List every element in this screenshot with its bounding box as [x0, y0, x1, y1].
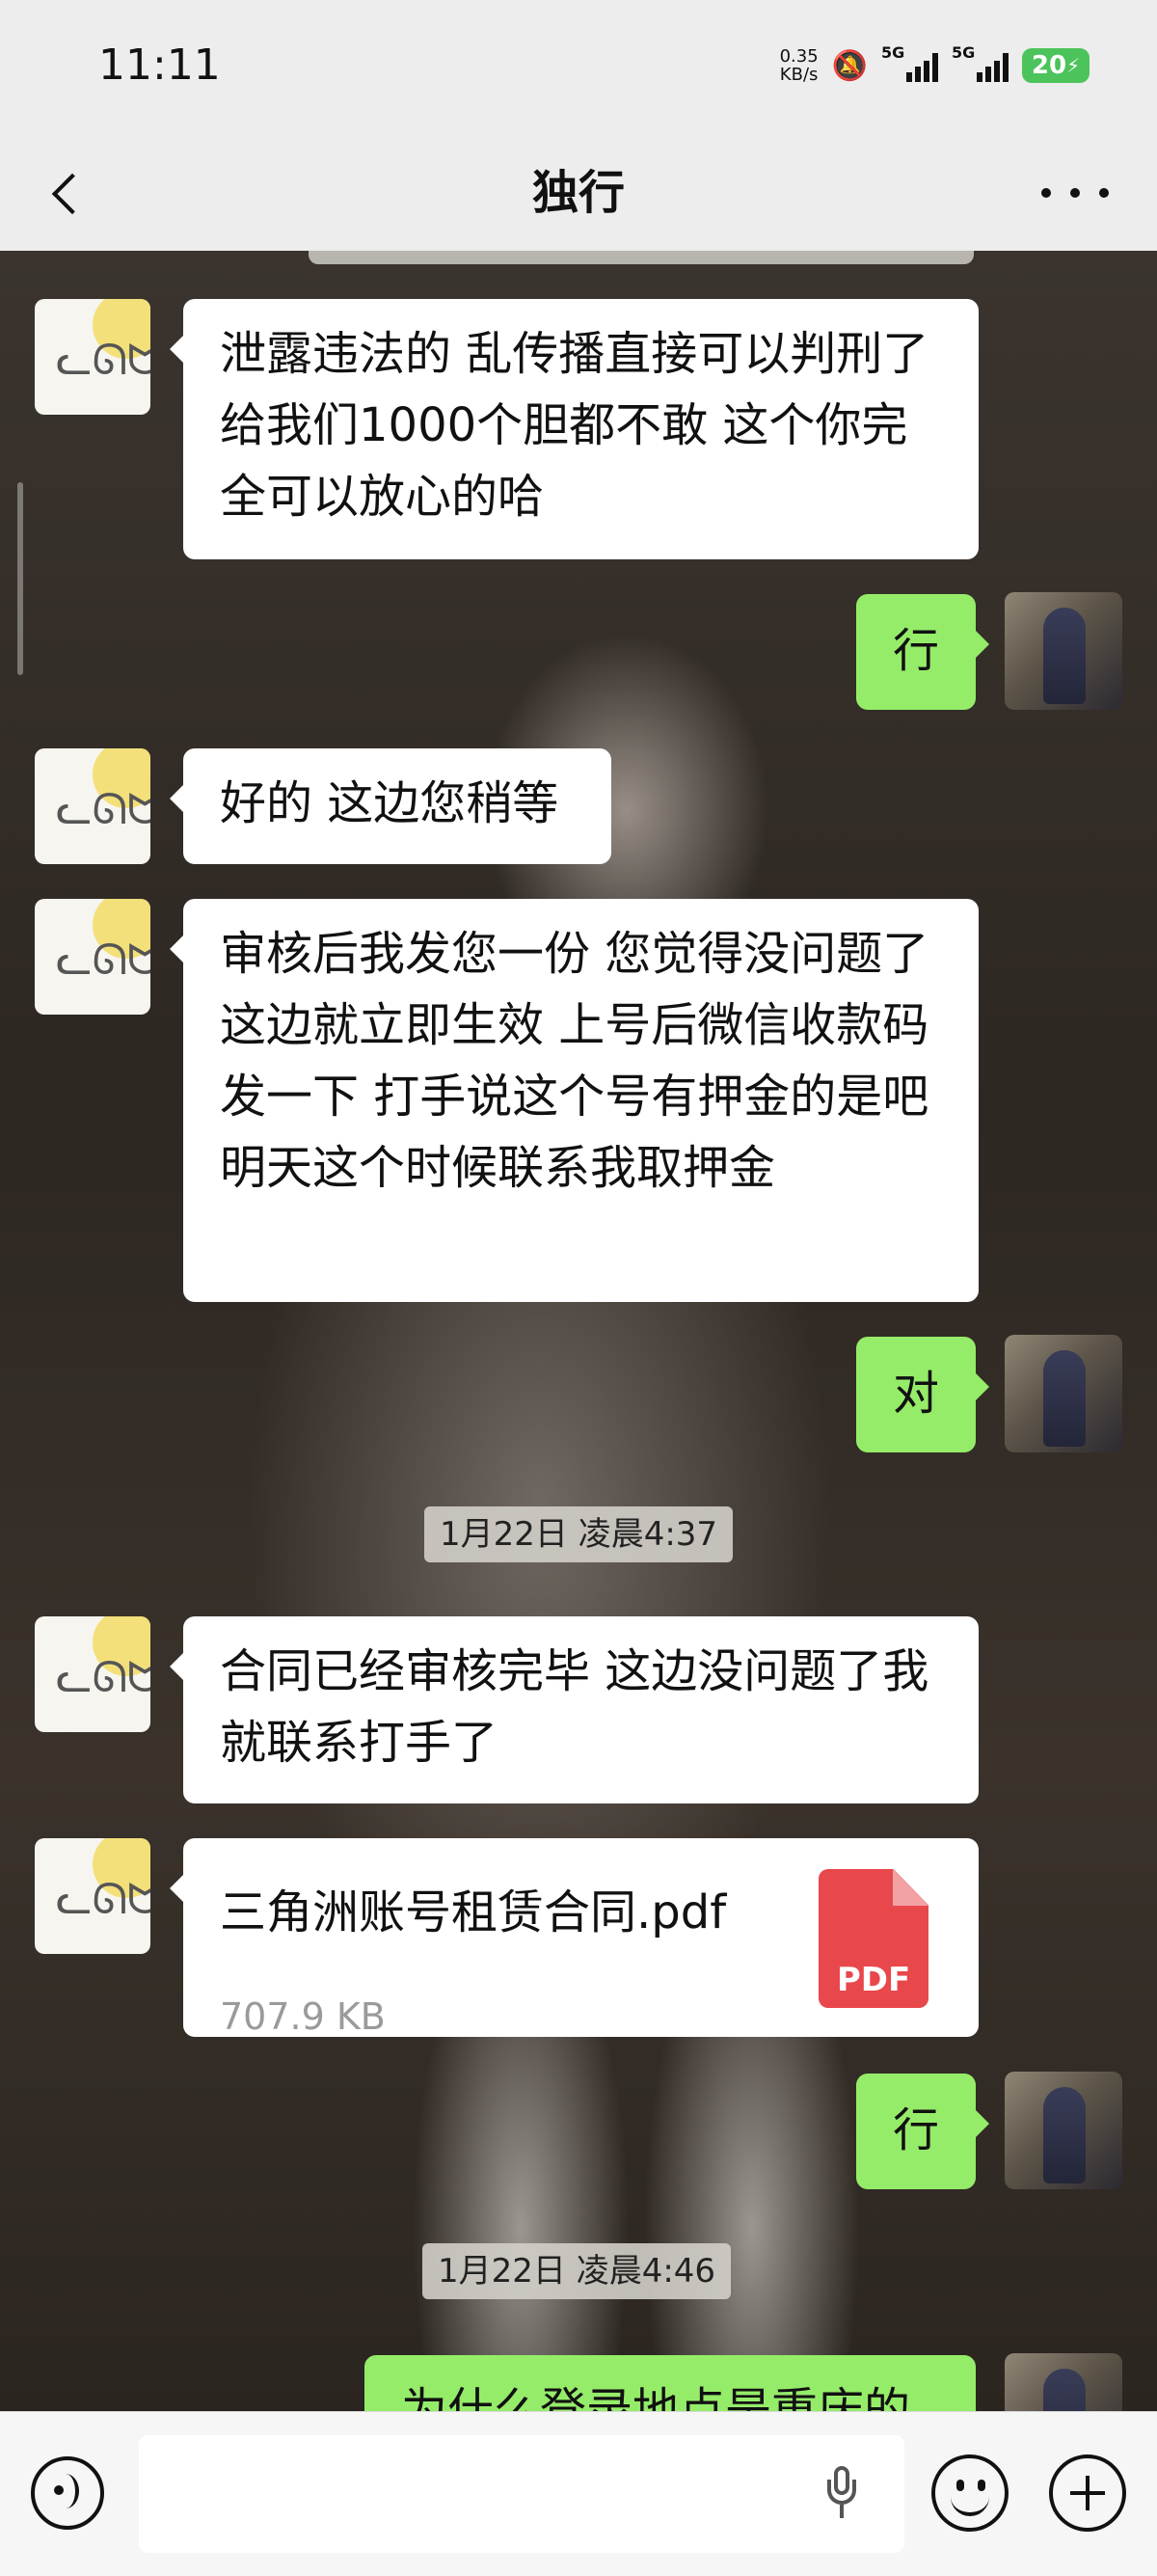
status-bar: 11:11 0.35 KB/s 🔕 5G 5G 20 ⚡: [0, 0, 1157, 135]
more-options-button[interactable]: [1041, 164, 1109, 222]
signal-label: 5G: [881, 43, 905, 62]
file-name: 三角洲账号租赁合同.pdf: [220, 1885, 727, 1939]
timestamp: 1月22日 凌晨4:37: [424, 1506, 734, 1562]
my-avatar[interactable]: [1005, 2353, 1122, 2411]
message-bubble-mine[interactable]: 行: [856, 2074, 989, 2189]
mute-bell-icon: 🔕: [831, 48, 868, 83]
message-bubble-mine[interactable]: 为什么登录地点是重庆的: [364, 2355, 976, 2411]
message-bubble-mine[interactable]: 对: [856, 1337, 989, 1452]
input-bar: [0, 2411, 1157, 2576]
signal-icon: 5G: [881, 43, 938, 82]
message-input[interactable]: [139, 2435, 904, 2553]
signal-icon-2: 5G: [952, 43, 1009, 82]
contact-avatar[interactable]: ᓚᘏᗢ: [35, 1838, 150, 1954]
timestamp: 1月22日 凌晨4:46: [422, 2243, 732, 2299]
contact-avatar[interactable]: ᓚᘏᗢ: [35, 1616, 150, 1732]
my-avatar[interactable]: [1005, 2072, 1122, 2189]
more-actions-button[interactable]: [1049, 2454, 1126, 2532]
top-overlay-bar: [309, 251, 974, 264]
contact-avatar[interactable]: ᓚᘏᗢ: [35, 748, 150, 864]
voice-input-button[interactable]: [31, 2456, 104, 2530]
chat-header: 独行: [0, 135, 1157, 251]
my-avatar[interactable]: [1005, 592, 1122, 710]
battery-icon: 20 ⚡: [1022, 48, 1090, 83]
network-speed: 0.35 KB/s: [780, 47, 819, 84]
status-icons: 0.35 KB/s 🔕 5G 5G 20 ⚡: [780, 42, 1090, 89]
chat-title: 独行: [531, 166, 625, 220]
network-speed-value: 0.35: [779, 46, 819, 67]
network-speed-unit: KB/s: [779, 65, 819, 85]
message-bubble[interactable]: 合同已经审核完毕 这边没问题了我就联系打手了: [170, 1616, 979, 1803]
contact-avatar[interactable]: ᓚᘏᗢ: [35, 899, 150, 1015]
scrollbar[interactable]: [17, 482, 23, 675]
emoji-button[interactable]: [931, 2454, 1009, 2532]
status-time: 11:11: [98, 41, 221, 90]
microphone-icon[interactable]: [827, 2466, 856, 2524]
message-bubble[interactable]: 泄露违法的 乱传播直接可以判刑了 给我们1000个胆都不敢 这个你完全可以放心的…: [170, 299, 979, 559]
contact-avatar[interactable]: ᓚᘏᗢ: [35, 299, 150, 415]
chat-area[interactable]: ᓚᘏᗢ 泄露违法的 乱传播直接可以判刑了 给我们1000个胆都不敢 这个你完全可…: [0, 251, 1157, 2411]
file-size: 707.9 KB: [220, 1995, 386, 2038]
my-avatar[interactable]: [1005, 1335, 1122, 1452]
message-bubble-mine[interactable]: 行: [856, 594, 989, 710]
message-bubble[interactable]: 好的 这边您稍等: [170, 748, 611, 864]
message-bubble[interactable]: 审核后我发您一份 您觉得没问题了这边就立即生效 上号后微信收款码发一下 打手说这…: [170, 899, 979, 1302]
signal-label-2: 5G: [952, 43, 976, 62]
file-message[interactable]: 三角洲账号租赁合同.pdf 707.9 KB PDF: [170, 1838, 979, 2038]
battery-level: 20: [1031, 51, 1067, 80]
pdf-label: PDF: [836, 1961, 911, 1999]
